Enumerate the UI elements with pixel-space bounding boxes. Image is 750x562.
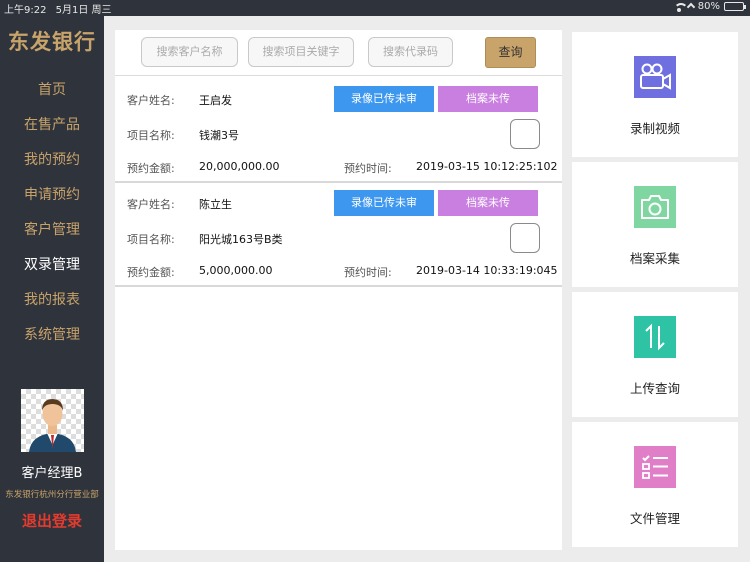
wifi-icon bbox=[673, 2, 688, 12]
project-name: 阳光城163号B类 bbox=[199, 233, 283, 246]
bank-logo: 东发银行 bbox=[8, 29, 96, 54]
archive-collect-label: 档案采集 bbox=[629, 251, 680, 266]
archive-status-badge[interactable]: 档案未传 bbox=[438, 190, 538, 216]
time-label: 预约时间: bbox=[344, 266, 392, 279]
amount-value: 5,000,000.00 bbox=[199, 264, 273, 277]
sidebar-item-my-appointments[interactable]: 我的预约 bbox=[0, 149, 104, 169]
record-video-card[interactable]: 录制视频 bbox=[572, 32, 738, 157]
amount-value: 20,000,000.00 bbox=[199, 160, 280, 173]
user-name: 客户经理B bbox=[21, 466, 83, 481]
upload-query-card[interactable]: 上传查询 bbox=[572, 292, 738, 417]
video-status-badge[interactable]: 录像已传未审 bbox=[334, 190, 434, 216]
record-checkbox[interactable] bbox=[510, 119, 540, 149]
customer-name: 陈立生 bbox=[199, 198, 232, 211]
file-management-card[interactable]: 文件管理 bbox=[572, 422, 738, 547]
sidebar: 东发银行 首页 在售产品 我的预约 申请预约 客户管理 双录管理 我的报表 系统… bbox=[0, 16, 104, 562]
sidebar-item-customers[interactable]: 客户管理 bbox=[0, 219, 104, 239]
project-label: 项目名称: bbox=[127, 129, 175, 142]
status-left: 上午9:22 5月1日 周三 bbox=[4, 1, 118, 16]
project-label: 项目名称: bbox=[127, 233, 175, 246]
user-department: 东发银行杭州分行营业部 bbox=[5, 490, 99, 500]
list-item[interactable]: 客户姓名: 王启发 录像已传未审 档案未传 项目名称: 钱潮3号 预约金额: 2… bbox=[115, 79, 562, 183]
main-content: 搜索客户名称 搜索项目关键字 搜索代录码 查询 客户姓名: 王启发 录像已传未审… bbox=[104, 16, 750, 562]
file-management-label: 文件管理 bbox=[629, 511, 680, 526]
video-status-badge[interactable]: 录像已传未审 bbox=[334, 86, 434, 112]
location-icon bbox=[686, 2, 696, 11]
upload-arrows-icon bbox=[634, 316, 676, 358]
project-name: 钱潮3号 bbox=[199, 129, 239, 142]
record-list-panel: 搜索客户名称 搜索项目关键字 搜索代录码 查询 客户姓名: 王启发 录像已传未审… bbox=[115, 30, 562, 550]
time-value: 2019-03-15 10:12:25:102 bbox=[416, 160, 558, 173]
time-value: 2019-03-14 10:33:19:045 bbox=[416, 264, 558, 277]
time-label: 预约时间: bbox=[344, 162, 392, 175]
logout-button[interactable]: 退出登录 bbox=[0, 510, 104, 531]
archive-collect-card[interactable]: 档案采集 bbox=[572, 162, 738, 287]
status-date: 5月1日 周三 bbox=[55, 5, 112, 16]
customer-label: 客户姓名: bbox=[127, 94, 175, 107]
avatar-person-icon bbox=[29, 399, 76, 452]
status-right: 80% bbox=[673, 1, 746, 12]
sidebar-item-apply-appointment[interactable]: 申请预约 bbox=[0, 184, 104, 204]
status-time: 上午9:22 bbox=[4, 5, 47, 16]
sidebar-item-dual-recording[interactable]: 双录管理 bbox=[0, 254, 104, 274]
amount-label: 预约金额: bbox=[127, 162, 175, 175]
search-bar: 搜索客户名称 搜索项目关键字 搜索代录码 查询 bbox=[115, 30, 562, 76]
checklist-icon bbox=[634, 446, 676, 488]
code-search-input[interactable]: 搜索代录码 bbox=[368, 37, 453, 67]
avatar[interactable] bbox=[21, 389, 84, 452]
video-camera-icon bbox=[634, 56, 676, 98]
archive-status-badge[interactable]: 档案未传 bbox=[438, 86, 538, 112]
battery-icon bbox=[724, 2, 746, 11]
upload-query-label: 上传查询 bbox=[629, 381, 680, 396]
camera-icon bbox=[634, 186, 676, 228]
list-item[interactable]: 客户姓名: 陈立生 录像已传未审 档案未传 项目名称: 阳光城163号B类 预约… bbox=[115, 183, 562, 287]
record-video-label: 录制视频 bbox=[629, 121, 680, 136]
customer-name: 王启发 bbox=[199, 94, 232, 107]
status-bar: 上午9:22 5月1日 周三 80% bbox=[0, 0, 750, 16]
sidebar-item-home[interactable]: 首页 bbox=[0, 79, 104, 99]
query-button[interactable]: 查询 bbox=[485, 37, 536, 68]
customer-name-search-input[interactable]: 搜索客户名称 bbox=[141, 37, 238, 67]
sidebar-item-products[interactable]: 在售产品 bbox=[0, 114, 104, 134]
customer-label: 客户姓名: bbox=[127, 198, 175, 211]
project-keyword-search-input[interactable]: 搜索项目关键字 bbox=[248, 37, 354, 67]
record-checkbox[interactable] bbox=[510, 223, 540, 253]
sidebar-item-system[interactable]: 系统管理 bbox=[0, 324, 104, 344]
sidebar-item-reports[interactable]: 我的报表 bbox=[0, 289, 104, 309]
amount-label: 预约金额: bbox=[127, 266, 175, 279]
battery-percent: 80% bbox=[697, 1, 720, 12]
